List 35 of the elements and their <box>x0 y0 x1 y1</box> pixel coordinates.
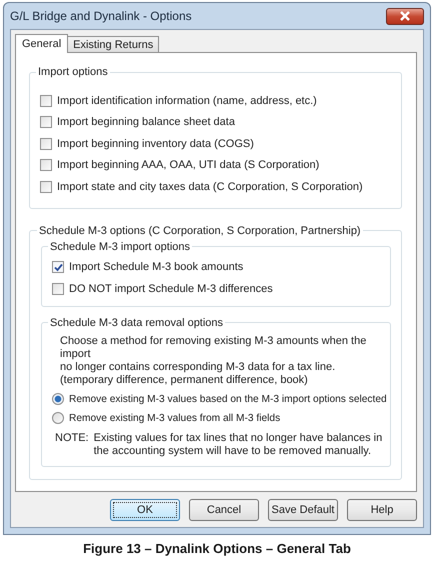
dialog-button[interactable]: Save Default <box>268 499 338 521</box>
tab[interactable]: General <box>15 34 68 53</box>
checkbox-option[interactable]: Import identification information (name, address, etc.) <box>40 90 391 112</box>
checkbox-option[interactable]: DO NOT import Schedule M-3 differences <box>52 278 384 300</box>
group-title: Schedule M-3 data removal options <box>49 316 224 328</box>
close-button[interactable] <box>386 8 424 24</box>
note-label: NOTE: <box>55 432 89 446</box>
checkbox-option[interactable]: Import Schedule M-3 book amounts <box>52 256 384 278</box>
radio-button[interactable] <box>52 412 64 424</box>
group-title: Schedule M-3 options (C Corporation, S Corporation, Partnership) <box>38 224 362 236</box>
radio-option[interactable]: Remove existing M-3 values from all M-3 fields <box>52 408 384 428</box>
note-text: Existing values for tax lines that no longer have balances in the accounting system will have to be removed manually. <box>94 432 382 458</box>
checkbox[interactable] <box>52 261 64 274</box>
dialog-button[interactable]: Help <box>347 499 417 521</box>
checkbox[interactable] <box>40 159 52 172</box>
dialog-button[interactable]: OK <box>110 499 180 521</box>
checkbox-option[interactable]: Import beginning balance sheet data <box>40 112 391 133</box>
checkbox[interactable] <box>40 94 52 107</box>
figure-caption: Figure 13 – Dynalink Options – General Tab <box>82 541 352 556</box>
checkbox-option[interactable]: Import beginning inventory data (COGS) <box>40 133 391 154</box>
close-icon <box>399 11 411 21</box>
checkbox[interactable] <box>40 180 52 193</box>
checkbox[interactable] <box>52 282 64 295</box>
group-title: Schedule M-3 import options <box>49 240 192 252</box>
description-text: Choose a method for removing existing M-3 amounts when the import no longer contains corresponding M-3 data for a tax line. (temporary difference, permanent difference, book) <box>60 334 368 386</box>
tab[interactable]: Existing Returns <box>67 36 160 52</box>
window-title: G/L Bridge and Dynalink - Options <box>10 9 192 23</box>
checkbox[interactable] <box>40 116 52 128</box>
checkbox-option[interactable]: Import state and city taxes data (C Corporation, S Corporation) <box>40 176 391 198</box>
dialog-button[interactable]: Cancel <box>189 499 259 521</box>
checkbox[interactable] <box>40 138 52 150</box>
radio-option[interactable]: Remove existing M-3 values based on the M-3 import options selected <box>52 390 384 408</box>
group-title: Import options <box>37 66 109 78</box>
radio-button[interactable] <box>52 393 64 405</box>
checkbox-option[interactable]: Import beginning AAA, OAA, UTI data (S Corporation) <box>40 154 391 176</box>
